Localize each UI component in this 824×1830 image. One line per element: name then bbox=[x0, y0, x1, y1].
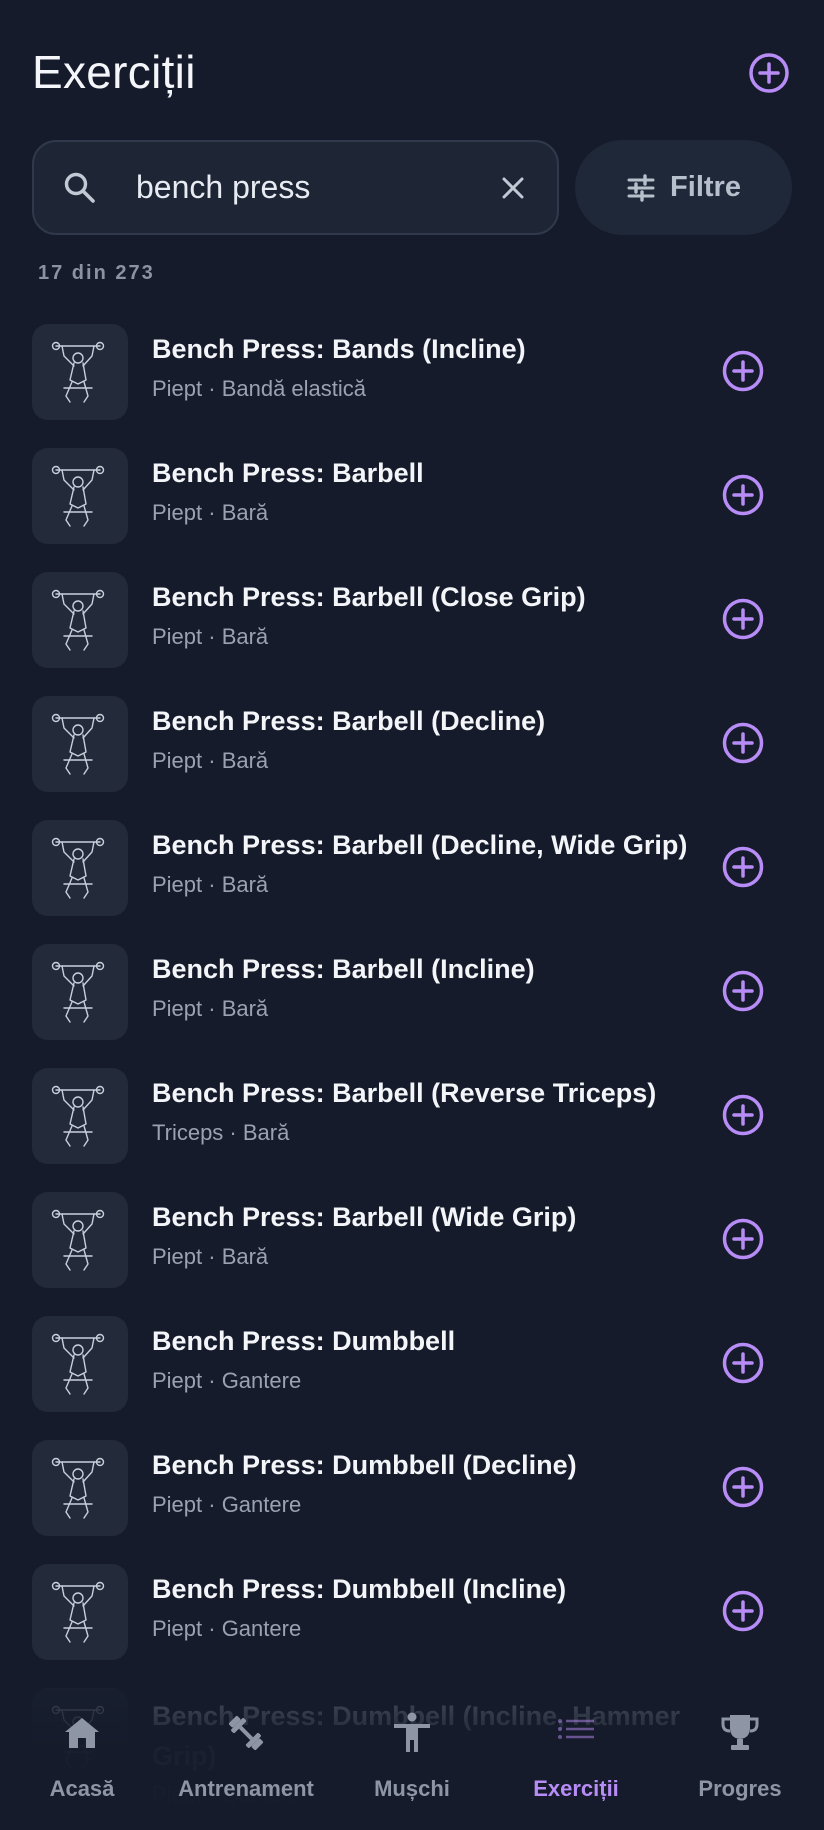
exercise-row[interactable]: Bench Press: Dumbbell (Incline) Piept · G… bbox=[0, 1550, 824, 1674]
exercise-name: Bench Press: Barbell bbox=[152, 458, 424, 488]
add-exercise-button[interactable] bbox=[746, 50, 792, 96]
exercise-thumbnail bbox=[32, 1068, 128, 1164]
exercise-meta: Piept · Gantere bbox=[152, 1616, 302, 1641]
search-input[interactable] bbox=[136, 142, 496, 233]
exercise-thumbnail bbox=[32, 1316, 128, 1412]
plus-circle-icon[interactable] bbox=[720, 1092, 766, 1138]
exercises-screen: Exerciții Filtre bbox=[0, 0, 824, 1830]
filter-button[interactable]: Filtre bbox=[575, 140, 792, 235]
exercise-thumbnail bbox=[32, 1564, 128, 1660]
nav-label: Antrenament bbox=[178, 1776, 314, 1801]
exercise-name: Bench Press: Barbell (Incline) bbox=[152, 954, 535, 984]
exercise-row[interactable]: Bench Press: Barbell Piept · Bară bbox=[0, 434, 824, 558]
page-title: Exerciții bbox=[32, 46, 196, 98]
close-icon[interactable] bbox=[497, 172, 529, 204]
exercise-meta: Piept · Bară bbox=[152, 996, 269, 1021]
plus-circle-icon[interactable] bbox=[720, 1340, 766, 1386]
exercise-name: Bench Press: Dumbbell (Decline) bbox=[152, 1450, 577, 1480]
exercise-figure-icon bbox=[51, 837, 105, 899]
plus-circle-icon[interactable] bbox=[720, 1464, 766, 1510]
exercise-figure-icon bbox=[51, 961, 105, 1023]
exercise-figure-icon bbox=[51, 465, 105, 527]
exercise-row[interactable]: Bench Press: Barbell (Close Grip) Piept ·… bbox=[0, 558, 824, 682]
exercise-thumbnail bbox=[32, 448, 128, 544]
plus-circle-icon[interactable] bbox=[720, 720, 766, 766]
person-icon bbox=[394, 1712, 430, 1752]
exercise-name: Bench Press: Bands (Incline) bbox=[152, 334, 526, 364]
nav-label: Progres bbox=[698, 1776, 782, 1801]
nav-item-exercises[interactable]: Exerciții bbox=[494, 1710, 658, 1820]
exercise-figure-icon bbox=[51, 1209, 105, 1271]
exercise-meta: Piept · Bară bbox=[152, 748, 269, 773]
exercise-thumbnail bbox=[32, 944, 128, 1040]
exercise-name: Bench Press: Barbell (Wide Grip) bbox=[152, 1202, 577, 1232]
nav-item-home[interactable]: Acasă bbox=[0, 1710, 164, 1820]
exercise-figure-icon bbox=[51, 341, 105, 403]
exercise-meta: Piept · Gantere bbox=[152, 1368, 302, 1393]
header: Exerciții bbox=[32, 42, 792, 102]
exercise-row[interactable]: Bench Press: Dumbbell (Decline) Piept · G… bbox=[0, 1426, 824, 1550]
plus-circle-icon[interactable] bbox=[720, 348, 766, 394]
results-count: 17 din 273 bbox=[38, 262, 155, 284]
exercise-meta: Triceps · Bară bbox=[152, 1120, 290, 1145]
filter-label: Filtre bbox=[670, 171, 741, 203]
exercise-figure-icon bbox=[51, 713, 105, 775]
exercise-thumbnail bbox=[32, 1440, 128, 1536]
nav-item-progress[interactable]: Progres bbox=[658, 1710, 822, 1820]
nav-label: Mușchi bbox=[374, 1776, 450, 1801]
nav-item-workout[interactable]: Antrenament bbox=[164, 1710, 328, 1820]
nav-label: Exerciții bbox=[533, 1776, 619, 1801]
exercise-figure-icon bbox=[51, 1457, 105, 1519]
exercise-name: Bench Press: Dumbbell bbox=[152, 1326, 456, 1356]
exercise-row[interactable]: Bench Press: Barbell (Reverse Triceps) Tr… bbox=[0, 1054, 824, 1178]
exercise-figure-icon bbox=[51, 1085, 105, 1147]
nav-label: Acasă bbox=[49, 1776, 115, 1801]
exercise-figure-icon bbox=[51, 1333, 105, 1395]
dumbbell-icon bbox=[228, 1715, 264, 1751]
home-icon bbox=[65, 1718, 99, 1748]
exercise-meta: Piept · Bandă elastică bbox=[152, 376, 367, 401]
plus-circle-icon[interactable] bbox=[720, 1588, 766, 1634]
exercise-name: Bench Press: Barbell (Reverse Triceps) bbox=[152, 1078, 657, 1108]
exercise-thumbnail bbox=[32, 1192, 128, 1288]
sliders-icon bbox=[627, 173, 655, 202]
list-icon bbox=[558, 1719, 594, 1739]
exercise-name: Bench Press: Barbell (Decline) bbox=[152, 706, 546, 736]
bottom-nav: Acasă Antrenament Mușchi Exerciții Progr… bbox=[0, 1690, 824, 1830]
exercise-meta: Piept · Bară bbox=[152, 500, 269, 525]
search-icon bbox=[64, 172, 95, 203]
exercise-row[interactable]: Bench Press: Barbell (Decline) Piept · Ba… bbox=[0, 682, 824, 806]
exercise-thumbnail bbox=[32, 572, 128, 668]
exercise-row[interactable]: Bench Press: Barbell (Wide Grip) Piept · … bbox=[0, 1178, 824, 1302]
exercise-meta: Piept · Bară bbox=[152, 624, 269, 649]
exercise-row[interactable]: Bench Press: Bands (Incline) Piept · Band… bbox=[0, 310, 824, 434]
trophy-icon bbox=[721, 1715, 759, 1750]
exercise-name: Bench Press: Dumbbell (Incline) bbox=[152, 1574, 567, 1604]
exercise-row[interactable]: Bench Press: Barbell (Decline, Wide Grip… bbox=[0, 806, 824, 930]
nav-item-muscles[interactable]: Mușchi bbox=[330, 1710, 494, 1820]
plus-circle-icon bbox=[749, 53, 789, 93]
exercise-thumbnail bbox=[32, 820, 128, 916]
exercise-thumbnail bbox=[32, 324, 128, 420]
exercise-name: Bench Press: Barbell (Decline, Wide Grip… bbox=[152, 830, 688, 860]
plus-circle-icon[interactable] bbox=[720, 472, 766, 518]
exercise-row[interactable]: Bench Press: Barbell (Incline) Piept · Ba… bbox=[0, 930, 824, 1054]
exercise-meta: Piept · Bară bbox=[152, 872, 269, 897]
plus-circle-icon[interactable] bbox=[720, 844, 766, 890]
plus-circle-icon[interactable] bbox=[720, 596, 766, 642]
exercise-meta: Piept · Gantere bbox=[152, 1492, 302, 1517]
plus-circle-icon[interactable] bbox=[720, 968, 766, 1014]
exercise-row[interactable]: Bench Press: Dumbbell Piept · Gantere bbox=[0, 1302, 824, 1426]
plus-circle-icon[interactable] bbox=[720, 1216, 766, 1262]
exercise-figure-icon bbox=[51, 589, 105, 651]
exercise-figure-icon bbox=[51, 1581, 105, 1643]
exercise-meta: Piept · Bară bbox=[152, 1244, 269, 1269]
exercise-thumbnail bbox=[32, 696, 128, 792]
search-box[interactable] bbox=[32, 140, 559, 235]
exercise-name: Bench Press: Barbell (Close Grip) bbox=[152, 582, 586, 612]
